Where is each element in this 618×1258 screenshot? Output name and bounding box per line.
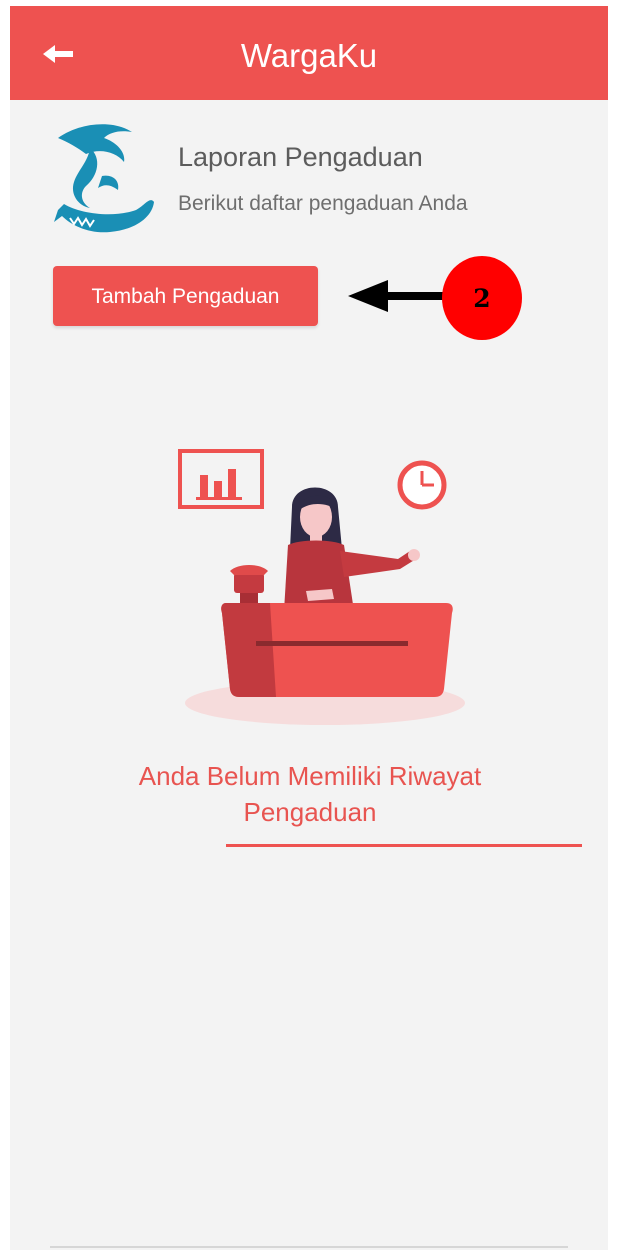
page-subtitle: Berikut daftar pengaduan Anda xyxy=(178,192,468,215)
dolphin-crocodile-logo xyxy=(54,124,154,233)
annotation-step-badge: 2 xyxy=(442,256,522,340)
app-bar: WargaKu xyxy=(10,6,608,100)
bottom-divider xyxy=(50,1246,568,1248)
app-title: WargaKu xyxy=(240,37,378,74)
arrow-left-icon xyxy=(43,45,73,63)
empty-state-message: Anda Belum Memiliki Riwayat Pengaduan xyxy=(138,761,482,827)
divider xyxy=(226,844,582,847)
app-screen: WargaKu Laporan Pengaduan Berikut daftar… xyxy=(10,6,608,1250)
receptionist-desk-illustration xyxy=(178,449,465,725)
back-button[interactable] xyxy=(36,36,80,72)
page-title: Laporan Pengaduan xyxy=(178,142,423,172)
add-complaint-button[interactable]: Tambah Pengaduan xyxy=(53,266,318,326)
